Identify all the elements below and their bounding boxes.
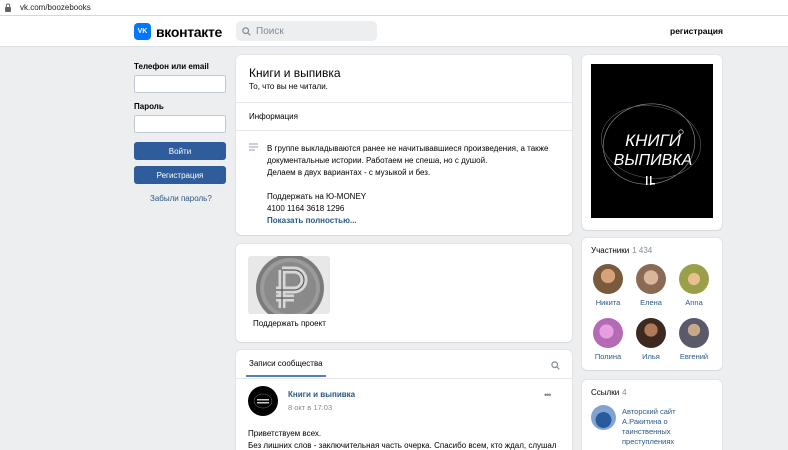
post-line: Приветствуем всех. <box>248 429 322 438</box>
post-line: Без лишних слов - заключительная часть о… <box>248 441 557 450</box>
show-more-link[interactable]: Показать полностью... <box>267 215 548 227</box>
wall-card: Записи сообщества Книги и выпивка 8 окт … <box>236 350 572 450</box>
logo-text: вконтакте <box>156 23 223 40</box>
search-input[interactable]: Поиск <box>236 21 377 41</box>
members-title[interactable]: Участники 1 434 <box>591 246 652 255</box>
member-name: Илья <box>642 352 660 361</box>
password-label: Пароль <box>134 102 164 111</box>
link-text-line: А.Ракитина о <box>622 417 668 426</box>
link-text-line: преступлениях <box>622 437 675 446</box>
post-menu-button[interactable]: ••• <box>544 390 552 400</box>
description-line: Делаем в двух вариантах - с музыкой и бе… <box>267 168 431 177</box>
avatar-logo <box>253 393 273 409</box>
link-text-line: таинственных <box>622 427 671 436</box>
description-line <box>267 179 548 191</box>
browser-address-bar: vk.com/boozebooks <box>0 0 788 16</box>
group-description: В группе выкладываются ранее не начитыва… <box>267 143 548 227</box>
divider <box>236 102 572 103</box>
link-thumbnail[interactable] <box>591 405 616 430</box>
post-date[interactable]: 8 окт в 17:03 <box>288 403 332 412</box>
description-line: 4100 1164 3618 1296 <box>267 204 345 213</box>
lock-icon <box>5 3 11 12</box>
post-author-avatar[interactable] <box>248 386 278 416</box>
description-icon <box>249 143 258 151</box>
password-field[interactable] <box>134 115 226 133</box>
cover-card: КНИГИ ВЫПИВКА <box>582 55 722 230</box>
member-item[interactable]: Евгений <box>674 318 714 361</box>
active-tab-indicator <box>246 375 326 377</box>
support-label[interactable]: Поддержать проект <box>253 319 326 328</box>
links-card: Ссылки 4 Авторский сайт А.Ракитина о таин… <box>582 380 722 450</box>
support-image[interactable] <box>248 256 330 314</box>
register-link[interactable]: регистрация <box>670 26 723 36</box>
member-item[interactable]: Илья <box>631 318 671 361</box>
vk-logo-icon: VK <box>134 23 151 40</box>
links-title[interactable]: Ссылки 4 <box>591 388 627 397</box>
post-author[interactable]: Книги и выпивка <box>288 390 355 399</box>
cover-title-line2: ВЫПИВКА <box>614 152 693 169</box>
ruble-coin-icon <box>248 256 330 314</box>
members-count: 1 434 <box>632 246 653 255</box>
info-heading: Информация <box>249 112 298 121</box>
description-line: Поддержать на Ю-MONEY <box>267 192 367 201</box>
register-button[interactable]: Регистрация <box>134 166 226 184</box>
members-card: Участники 1 434 Никита Елена Anna Полина … <box>582 238 722 370</box>
group-info-card: Книги и выпивка То, что вы не читали. Ин… <box>236 55 572 235</box>
avatar <box>593 318 623 348</box>
description-line: В группе выкладываются ранее не начитыва… <box>267 144 549 153</box>
tab-community-posts[interactable]: Записи сообщества <box>249 359 323 368</box>
phone-field[interactable] <box>134 75 226 93</box>
link-text-line: Авторский сайт <box>622 407 676 416</box>
login-form: Телефон или email Пароль Войти Регистрац… <box>134 62 226 203</box>
description-line: документальные истории. Работаем не спеш… <box>267 156 488 165</box>
divider <box>236 378 572 379</box>
member-item[interactable]: Елена <box>631 264 671 307</box>
member-name: Anna <box>685 298 703 307</box>
link-item[interactable]: Авторский сайт А.Ракитина о таинственных… <box>622 407 676 447</box>
cover-logo: КНИГИ ВЫПИВКА <box>600 103 702 185</box>
post-text: Приветствуем всех. Без лишних слов - зак… <box>248 428 557 450</box>
forgot-password-link[interactable]: Забыли пароль? <box>150 194 212 203</box>
avatar <box>679 264 709 294</box>
group-cover[interactable]: КНИГИ ВЫПИВКА <box>591 64 713 218</box>
cover-title-line1: КНИГИ <box>625 131 682 150</box>
group-status: То, что вы не читали. <box>249 82 328 91</box>
links-label: Ссылки <box>591 388 620 397</box>
members-label: Участники <box>591 246 630 255</box>
site-header: VK вконтакте Поиск регистрация <box>0 16 788 47</box>
avatar <box>593 264 623 294</box>
login-button[interactable]: Войти <box>134 142 226 160</box>
avatar <box>636 318 666 348</box>
member-name: Елена <box>640 298 662 307</box>
vk-logo[interactable]: VK вконтакте <box>134 23 222 40</box>
member-item[interactable]: Anna <box>674 264 714 307</box>
url-text[interactable]: vk.com/boozebooks <box>20 3 91 12</box>
divider <box>236 130 572 131</box>
member-item[interactable]: Никита <box>588 264 628 307</box>
links-count: 4 <box>622 388 627 397</box>
avatar <box>679 318 709 348</box>
search-icon <box>242 26 251 36</box>
member-name: Евгений <box>679 352 709 361</box>
group-title: Книги и выпивка <box>249 66 341 80</box>
member-name: Полина <box>594 352 622 361</box>
search-icon[interactable] <box>551 361 560 370</box>
member-item[interactable]: Полина <box>588 318 628 361</box>
support-card: Поддержать проект <box>236 244 572 342</box>
member-name: Никита <box>595 298 621 307</box>
phone-label: Телефон или email <box>134 62 209 71</box>
avatar <box>636 264 666 294</box>
search-placeholder: Поиск <box>256 25 284 37</box>
